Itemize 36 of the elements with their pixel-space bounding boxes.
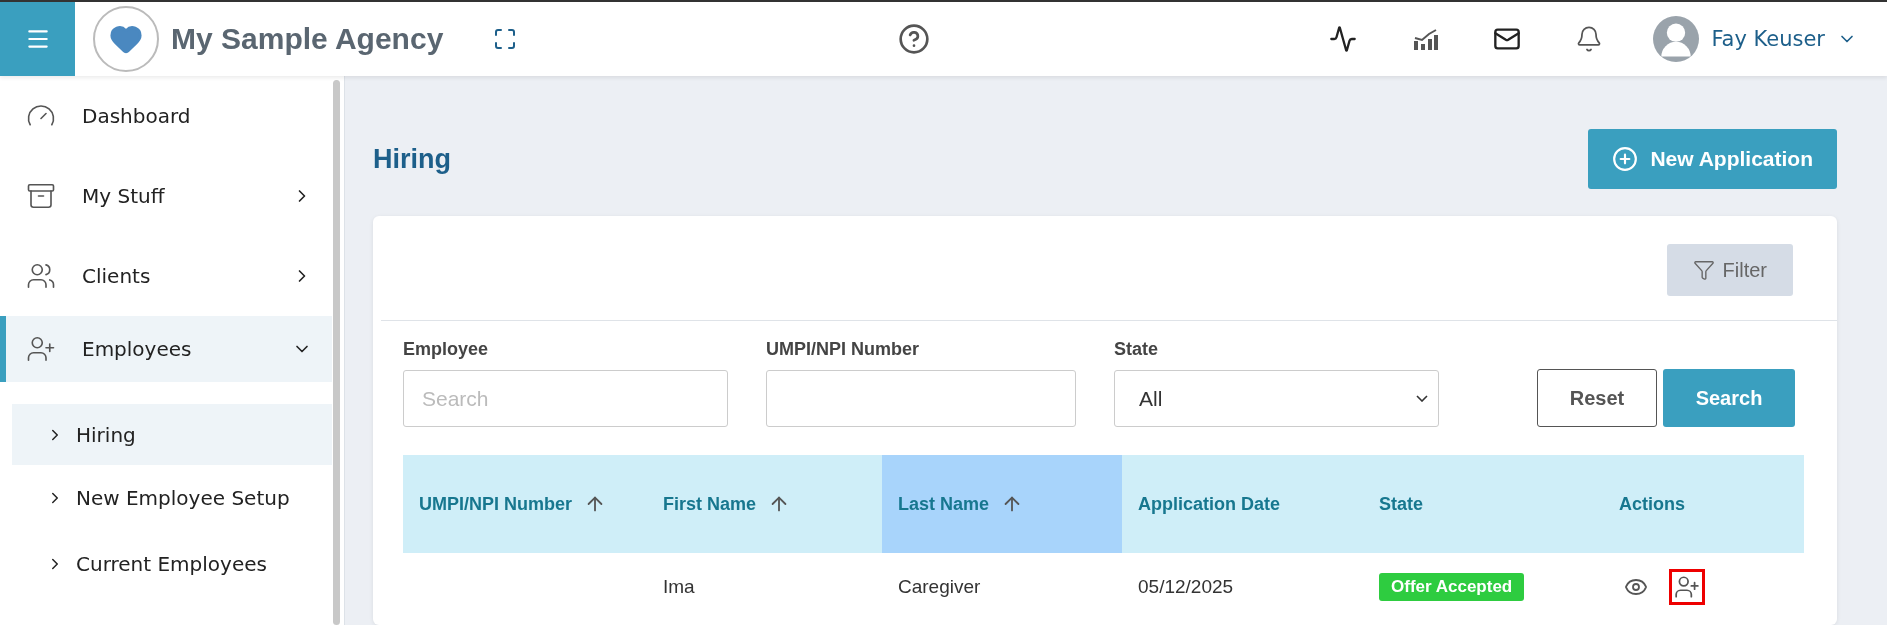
avatar-icon <box>1653 16 1700 62</box>
agency-name: My Sample Agency <box>171 22 444 56</box>
page-title: Hiring <box>373 143 451 175</box>
action-button[interactable] <box>1669 569 1705 605</box>
status-badge: Offer Accepted <box>1379 573 1525 601</box>
filter-button[interactable]: Filter <box>1666 244 1793 296</box>
sidebar-subitem[interactable]: Current Employees <box>12 531 332 597</box>
column-header[interactable]: UMPI/NPI Number <box>403 455 647 553</box>
sidebar-subitem[interactable]: Hiring <box>12 404 332 465</box>
field-label: State <box>1114 339 1159 360</box>
column-header[interactable]: State <box>1363 455 1603 553</box>
filter-icon <box>1692 259 1715 281</box>
scrollbar[interactable] <box>333 80 340 625</box>
input-field[interactable]: Search <box>403 370 728 427</box>
sidebar-item[interactable]: Employees <box>0 316 332 382</box>
reset-button[interactable]: Reset <box>1537 369 1657 427</box>
table-cell-text: Ima <box>662 575 696 599</box>
input-field[interactable] <box>766 370 1076 427</box>
sidebar-item[interactable]: My Stuff <box>0 156 332 236</box>
user-menu[interactable]: Fay Keuser <box>1647 15 1863 63</box>
state-select[interactable]: All <box>1114 370 1439 427</box>
column-header[interactable]: Application Date <box>1122 455 1363 553</box>
field-label: UMPI/NPI Number <box>766 339 921 360</box>
plus-circle-icon <box>1612 146 1639 172</box>
table-cell-text: Caregiver <box>897 575 982 599</box>
field-label: Employee <box>403 339 490 360</box>
users-icon <box>26 261 56 291</box>
sidebar-item[interactable]: Clients <box>0 236 332 316</box>
column-header[interactable]: First Name <box>647 455 882 553</box>
table-cell-text: 05/12/2025 <box>1137 575 1235 599</box>
column-header[interactable]: Actions <box>1603 455 1804 553</box>
box-icon <box>26 181 56 211</box>
user-add-icon <box>1674 574 1700 600</box>
sidebar-item[interactable]: Dashboard <box>0 76 332 156</box>
sidebar-subitem[interactable]: New Employee Setup <box>12 465 332 531</box>
chevron-down-icon <box>1416 395 1428 402</box>
